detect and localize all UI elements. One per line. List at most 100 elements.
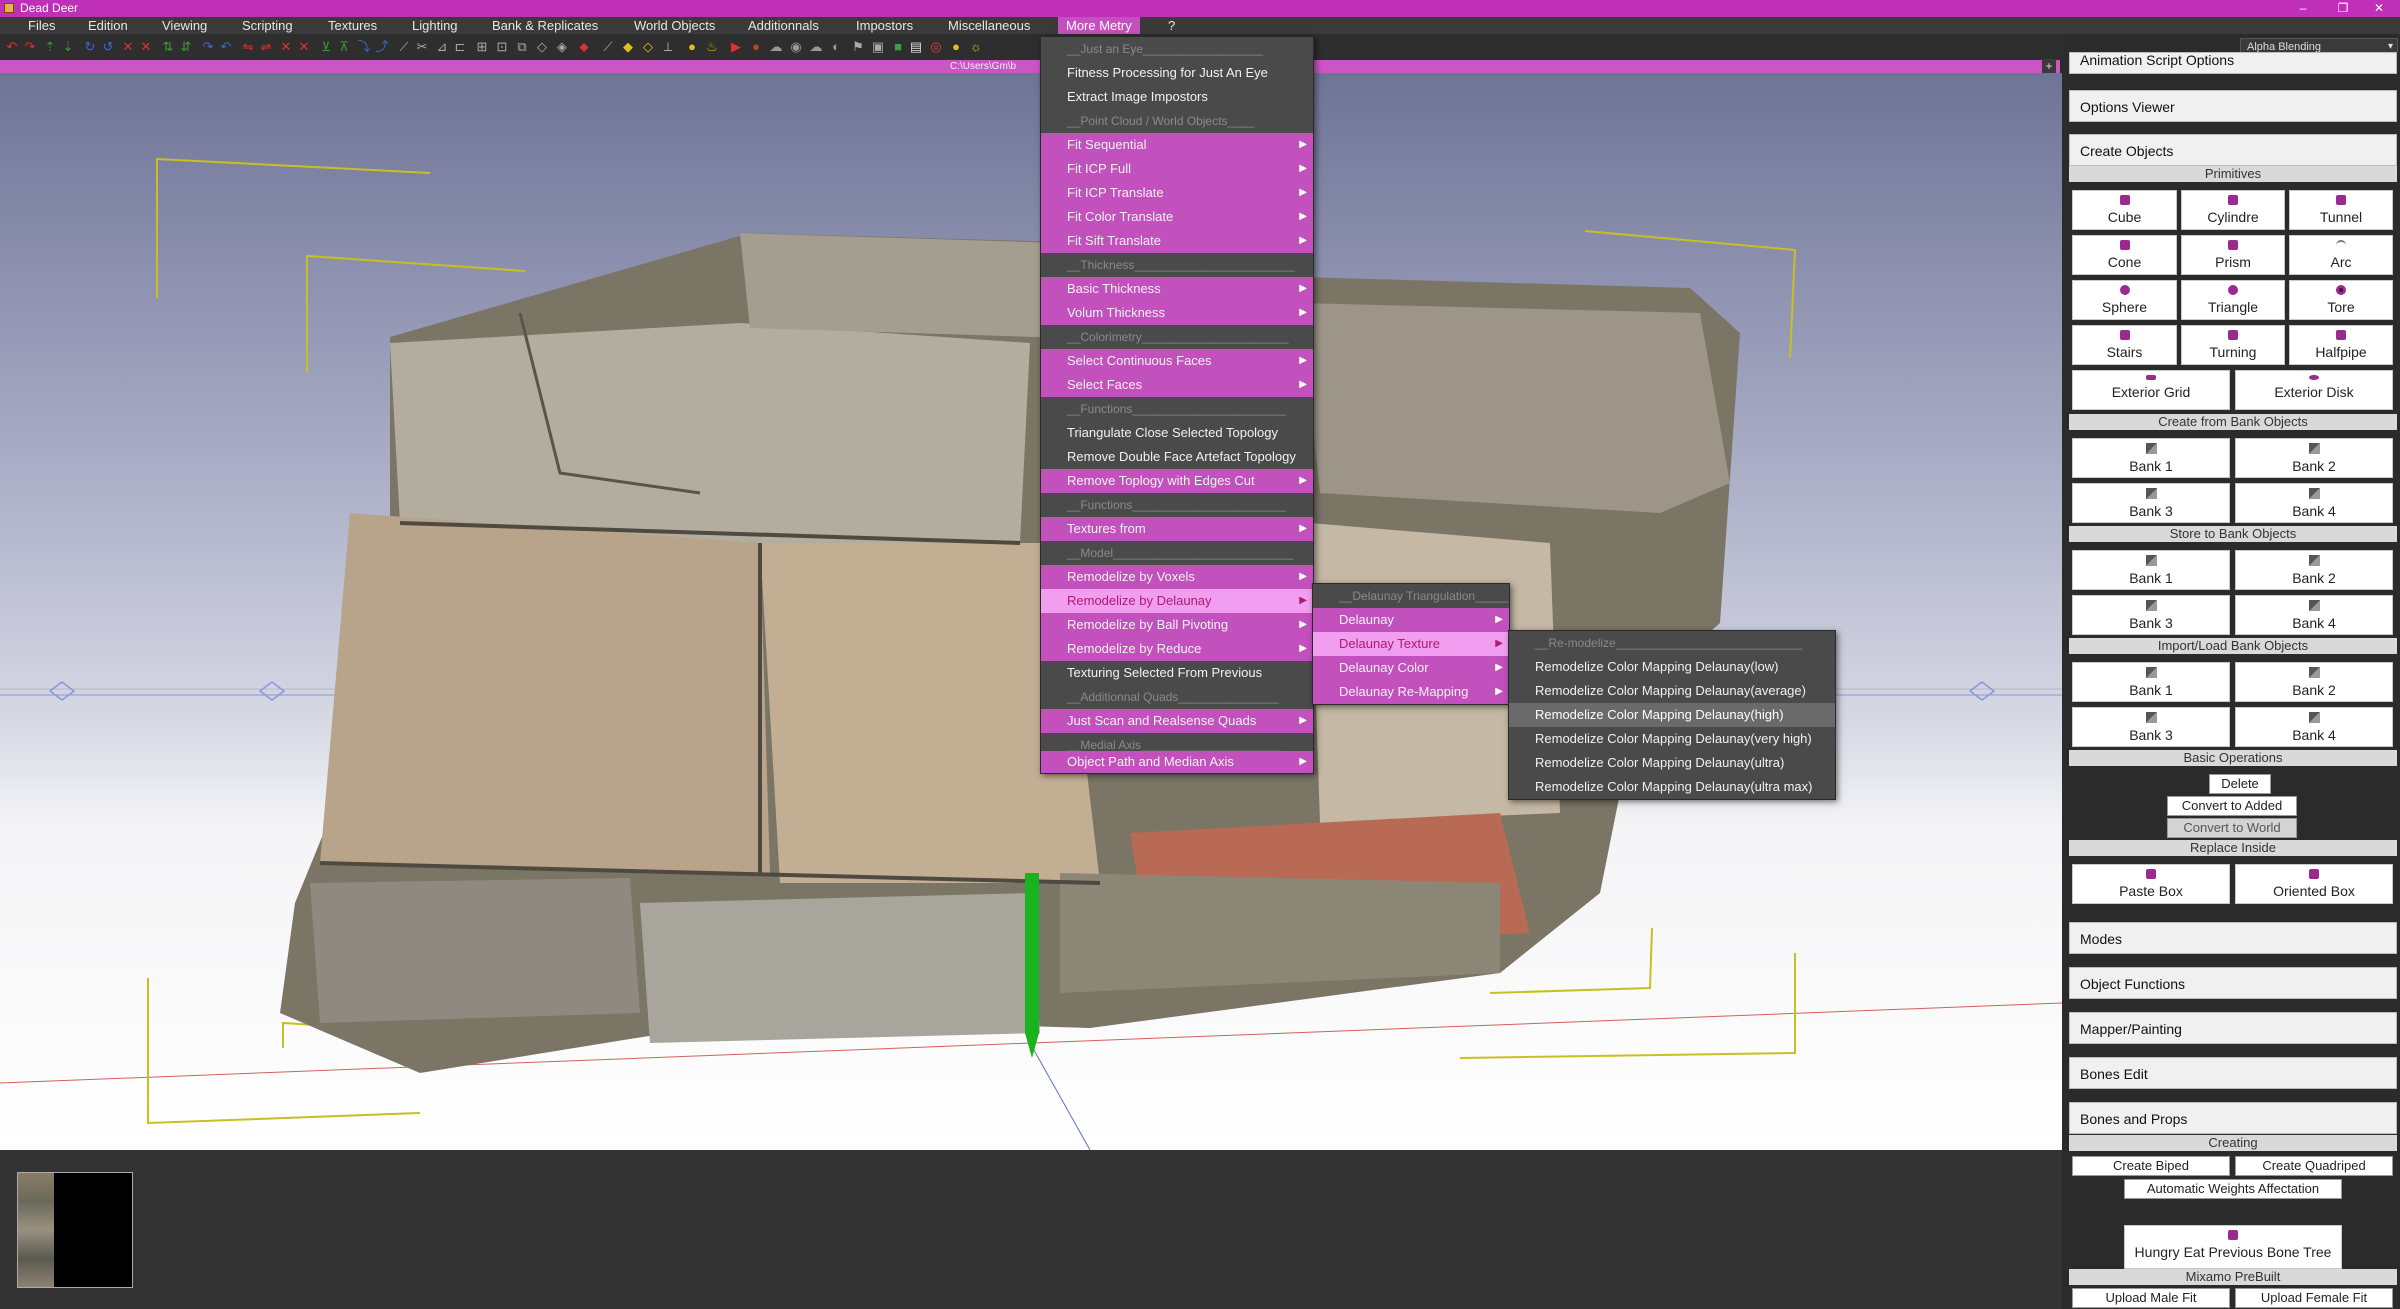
create-bank-1-button[interactable]: Bank 1 [2072, 438, 2230, 478]
axis-y-icon[interactable]: ✕ [296, 39, 312, 55]
menu-item-fit-sift-translate[interactable]: Fit Sift Translate ▶ [1041, 229, 1313, 253]
tore-button[interactable]: Tore [2289, 280, 2393, 320]
create-bank-4-button[interactable]: Bank 4 [2235, 483, 2393, 523]
spin-back-icon[interactable]: ↶ [218, 39, 234, 55]
ruler-icon[interactable]: ⊏ [452, 39, 468, 55]
doc-icon[interactable]: ▤ [908, 39, 924, 55]
exterior-disk-button[interactable]: Exterior Disk [2235, 370, 2393, 410]
automatic-weights-button[interactable]: Automatic Weights Affectation [2124, 1179, 2342, 1199]
create-bank-2-button[interactable]: Bank 2 [2235, 438, 2393, 478]
prism-button[interactable]: Prism [2181, 235, 2285, 275]
scale-x-icon[interactable]: ✕ [120, 39, 136, 55]
menu-item-fit-color-translate[interactable]: Fit Color Translate ▶ [1041, 205, 1313, 229]
fog-icon[interactable]: ☁ [808, 39, 824, 55]
slice-icon[interactable]: ⟋ [396, 39, 412, 55]
flame-icon[interactable]: ♨ [704, 39, 720, 55]
measure-icon[interactable]: ⊿ [434, 39, 450, 55]
menu-item-remodelize-ball-pivoting[interactable]: Remodelize by Ball Pivoting ▶ [1041, 613, 1313, 637]
menu-item-select-faces[interactable]: Select Faces ▶ [1041, 373, 1313, 397]
snap-back-icon[interactable]: ⤴ [374, 39, 390, 55]
sphere-button[interactable]: Sphere [2072, 280, 2177, 320]
menu-item-fit-icp-full[interactable]: Fit ICP Full ▶ [1041, 157, 1313, 181]
maximize-button[interactable]: ❐ [2326, 0, 2360, 17]
arc-button[interactable]: Arc [2289, 235, 2393, 275]
lamp-icon[interactable]: ◇ [640, 39, 656, 55]
green-axis-gizmo[interactable] [1025, 873, 1039, 1033]
triangle-button[interactable]: Triangle [2181, 280, 2285, 320]
create-bank-3-button[interactable]: Bank 3 [2072, 483, 2230, 523]
store-bank-4-button[interactable]: Bank 4 [2235, 595, 2393, 635]
menu-item-texturing-selected[interactable]: Texturing Selected From Previous [1041, 661, 1313, 685]
wire-icon[interactable]: ◈ [554, 39, 570, 55]
import-bank-1-button[interactable]: Bank 1 [2072, 662, 2230, 702]
stairs-button[interactable]: Stairs [2072, 325, 2177, 365]
joint-icon[interactable]: ⟂ [660, 39, 676, 55]
bones-and-props-header[interactable]: Bones and Props [2069, 1102, 2397, 1134]
flag-icon[interactable]: ⚑ [850, 39, 866, 55]
redo-icon[interactable]: ↷ [22, 39, 38, 55]
menu-impostors[interactable]: Impostors [848, 17, 921, 34]
menu-item-just-scan-quads[interactable]: Just Scan and Realsense Quads ▶ [1041, 709, 1313, 733]
paint-icon[interactable]: ⬥ [576, 39, 592, 55]
brush-icon[interactable]: ⟋ [600, 39, 616, 55]
convert-to-added-button[interactable]: Convert to Added [2167, 796, 2297, 816]
cylindre-button[interactable]: Cylindre [2181, 190, 2285, 230]
bones-edit-header[interactable]: Bones Edit [2069, 1057, 2397, 1089]
weather-icon[interactable]: ◐ [828, 39, 844, 55]
store-bank-2-button[interactable]: Bank 2 [2235, 550, 2393, 590]
mapper-painting-header[interactable]: Mapper/Painting [2069, 1012, 2397, 1044]
menu-more-metry[interactable]: More Metry [1058, 17, 1140, 34]
3d-viewport[interactable] [0, 73, 2062, 1150]
create-objects-header[interactable]: Create Objects [2069, 134, 2397, 166]
tunnel-button[interactable]: Tunnel [2289, 190, 2393, 230]
move-down-icon[interactable]: ⇣ [60, 39, 76, 55]
store-bank-1-button[interactable]: Bank 1 [2072, 550, 2230, 590]
align-icon[interactable]: ⊼ [336, 39, 352, 55]
rotate-icon[interactable]: ↻ [82, 39, 98, 55]
import-bank-4-button[interactable]: Bank 4 [2235, 707, 2393, 747]
target-icon[interactable]: ◎ [928, 39, 944, 55]
menu-item-remodelize-reduce[interactable]: Remodelize by Reduce ▶ [1041, 637, 1313, 661]
menu-textures[interactable]: Textures [320, 17, 385, 34]
hungry-eat-bone-tree-button[interactable]: Hungry Eat Previous Bone Tree [2124, 1225, 2342, 1269]
import-bank-2-button[interactable]: Bank 2 [2235, 662, 2393, 702]
menu-item-volum-thickness[interactable]: Volum Thickness ▶ [1041, 301, 1313, 325]
bulb-icon[interactable]: ● [684, 39, 700, 55]
menu-world-objects[interactable]: World Objects [626, 17, 723, 34]
menu-files[interactable]: Files [20, 17, 63, 34]
menu-lighting[interactable]: Lighting [404, 17, 466, 34]
light-icon[interactable]: ◆ [620, 39, 636, 55]
upload-female-fit-button[interactable]: Upload Female Fit [2235, 1288, 2393, 1308]
convert-to-world-button[interactable]: Convert to World [2167, 818, 2297, 838]
import-bank-3-button[interactable]: Bank 3 [2072, 707, 2230, 747]
menu-item-remodelize-delaunay[interactable]: Remodelize by Delaunay ▶ [1041, 589, 1313, 613]
menu-bank-replicates[interactable]: Bank & Replicates [484, 17, 606, 34]
object-functions-header[interactable]: Object Functions [2069, 967, 2397, 999]
create-quadriped-button[interactable]: Create Quadriped [2235, 1156, 2393, 1176]
menu-item-fitness-processing[interactable]: Fitness Processing for Just An Eye [1041, 61, 1313, 85]
mirror-icon[interactable]: ⇋ [240, 39, 256, 55]
menu-additionnals[interactable]: Additionnals [740, 17, 827, 34]
add-tab-button[interactable]: + [2042, 59, 2056, 73]
delete-button[interactable]: Delete [2209, 774, 2271, 794]
animation-script-options[interactable]: Animation Script Options [2069, 52, 2397, 74]
menu-viewing[interactable]: Viewing [154, 17, 215, 34]
translate-back-icon[interactable]: ⇵ [178, 39, 194, 55]
menu-item-delaunay-ultra[interactable]: Remodelize Color Mapping Delaunay(ultra) [1509, 751, 1835, 775]
menu-item-delaunay-remapping[interactable]: Delaunay Re-Mapping ▶ [1313, 680, 1509, 704]
exterior-grid-button[interactable]: Exterior Grid [2072, 370, 2230, 410]
scene-thumbnail[interactable] [17, 1172, 133, 1288]
cone-button[interactable]: Cone [2072, 235, 2177, 275]
undo-icon[interactable]: ↶ [4, 39, 20, 55]
move-up-icon[interactable]: ⇡ [42, 39, 58, 55]
menu-item-delaunay-ultra-max[interactable]: Remodelize Color Mapping Delaunay(ultra … [1509, 775, 1835, 799]
grid-icon[interactable]: ⊞ [474, 39, 490, 55]
layers-icon[interactable]: ⧉ [514, 39, 530, 55]
menu-item-triangulate-close[interactable]: Triangulate Close Selected Topology [1041, 421, 1313, 445]
scale-y-icon[interactable]: ✕ [138, 39, 154, 55]
mirror-back-icon[interactable]: ⇌ [258, 39, 274, 55]
halfpipe-button[interactable]: Halfpipe [2289, 325, 2393, 365]
menu-item-delaunay-low[interactable]: Remodelize Color Mapping Delaunay(low) [1509, 655, 1835, 679]
close-button[interactable]: ✕ [2362, 0, 2396, 17]
modes-header[interactable]: Modes [2069, 922, 2397, 954]
